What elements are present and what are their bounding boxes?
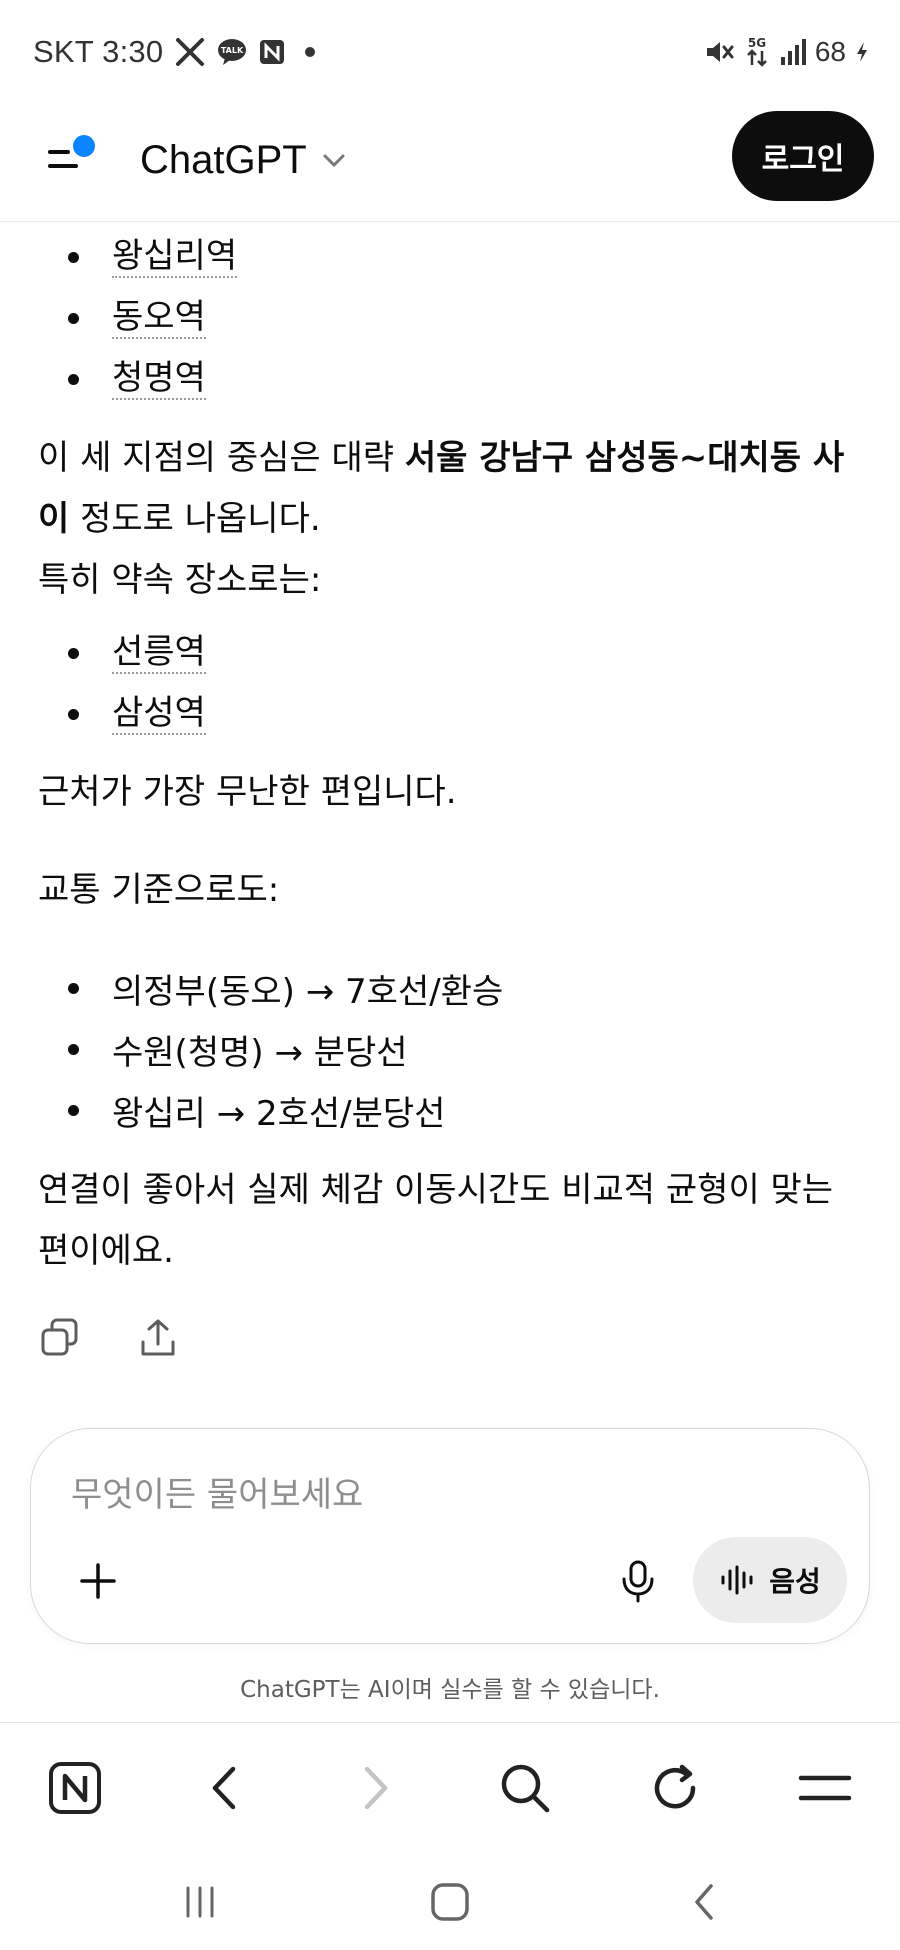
naver-icon xyxy=(260,40,285,64)
search-icon[interactable] xyxy=(490,1753,560,1823)
back-icon[interactable] xyxy=(190,1753,260,1823)
svg-text:TALK: TALK xyxy=(221,46,244,55)
app-header: ChatGPT 로그인 xyxy=(0,104,900,222)
plus-icon[interactable] xyxy=(73,1556,123,1606)
station-link[interactable]: 선릉역 xyxy=(112,632,206,674)
5g-icon: 5G xyxy=(746,36,767,67)
list-item: 수원(청명) → 분당선 xyxy=(68,1024,408,1074)
text-span: 연결이 좋아서 실제 체감 이동시간도 비교적 균형이 맞는 xyxy=(38,1170,834,1210)
system-navigation-bar xyxy=(0,1852,900,1950)
x-icon xyxy=(176,38,205,66)
login-button[interactable]: 로그인 xyxy=(732,111,874,201)
svg-text:5G: 5G xyxy=(748,36,766,50)
paragraph: 근처가 가장 무난한 편입니다. xyxy=(38,772,457,812)
message-actions xyxy=(38,1316,180,1360)
voice-waveform-icon xyxy=(721,1565,753,1595)
text-span: 편이에요. xyxy=(38,1231,174,1271)
voice-label: 음성 xyxy=(769,1565,821,1598)
paragraph: 연결이 좋아서 실제 체감 이동시간도 비교적 균형이 맞는 편이에요. xyxy=(38,1160,868,1282)
system-back-icon[interactable] xyxy=(675,1872,735,1932)
carrier-time: SKT 3:30 xyxy=(33,34,164,69)
message-input[interactable] xyxy=(71,1469,831,1521)
recent-apps-icon[interactable] xyxy=(170,1872,230,1932)
charging-icon xyxy=(857,42,867,62)
disclaimer-text: ChatGPT는 AI이며 실수를 할 수 있습니다. xyxy=(240,1677,660,1703)
list-item: 왕십리역 xyxy=(67,232,238,282)
voice-mode-button[interactable]: 음성 xyxy=(693,1537,847,1623)
reload-icon[interactable] xyxy=(640,1753,710,1823)
mute-icon xyxy=(706,42,734,62)
notification-dot xyxy=(305,47,316,57)
composer: 음성 xyxy=(30,1428,870,1644)
forward-icon[interactable] xyxy=(340,1753,410,1823)
text-span: 정도로 나옵니다. xyxy=(69,499,321,539)
station-link[interactable]: 삼성역 xyxy=(112,693,206,735)
home-icon[interactable] xyxy=(420,1872,480,1932)
station-link[interactable]: 청명역 xyxy=(112,358,206,400)
list-item: 삼성역 xyxy=(68,689,206,739)
status-bar: SKT 3:30 TALK 5G 68 xyxy=(0,0,900,104)
list-item: 선릉역 xyxy=(68,628,206,678)
chevron-down-icon xyxy=(323,154,345,168)
naver-home-icon[interactable] xyxy=(40,1753,110,1823)
list-item: 의정부(동오) → 7호선/환승 xyxy=(67,963,503,1013)
list-item: 동오역 xyxy=(68,293,206,343)
app-title: ChatGPT xyxy=(140,137,307,182)
menu-icon[interactable] xyxy=(790,1753,860,1823)
share-icon[interactable] xyxy=(136,1316,180,1360)
status-right: 5G 68 xyxy=(703,33,870,71)
signal-icon xyxy=(780,39,806,65)
model-selector[interactable]: ChatGPT xyxy=(140,132,347,188)
paragraph: 교통 기준으로도: xyxy=(38,870,280,910)
station-link[interactable]: 왕십리역 xyxy=(112,236,238,278)
battery-level: 68 xyxy=(814,36,846,67)
sidebar-menu-icon[interactable] xyxy=(40,126,104,190)
paragraph: 특히 약속 장소로는: xyxy=(38,560,322,600)
list-item: 청명역 xyxy=(68,354,206,404)
station-link[interactable]: 동오역 xyxy=(112,297,206,339)
list-item: 왕십리 → 2호선/분당선 xyxy=(67,1085,445,1135)
copy-icon[interactable] xyxy=(38,1316,82,1360)
browser-toolbar xyxy=(0,1722,900,1852)
bold-text: 이 xyxy=(38,499,70,539)
status-left: SKT 3:30 TALK xyxy=(33,33,316,71)
microphone-icon[interactable] xyxy=(613,1556,663,1606)
text-span: 이 세 지점의 중심은 대략 xyxy=(38,438,405,478)
bold-text: 서울 강남구 삼성동~대치동 사 xyxy=(404,438,845,478)
kakaotalk-icon: TALK xyxy=(218,39,247,65)
paragraph: 이 세 지점의 중심은 대략 서울 강남구 삼성동~대치동 사 이 정도로 나옵… xyxy=(38,428,868,550)
